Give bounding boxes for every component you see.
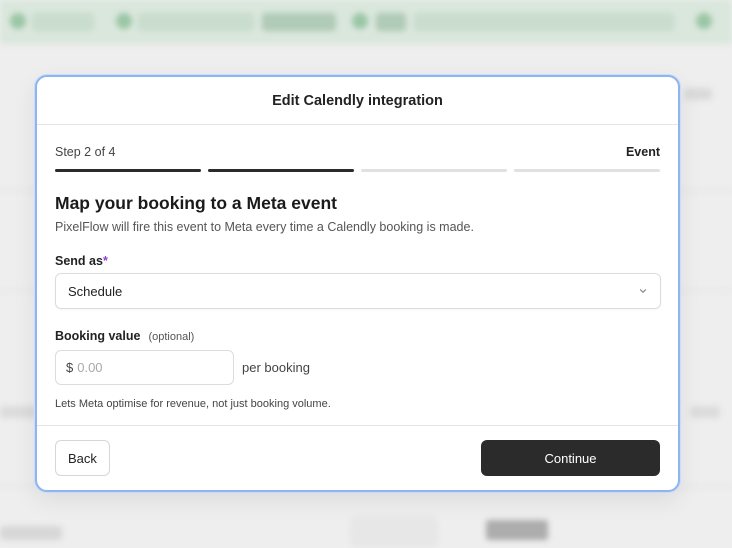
booking-value-field[interactable]: $ [55, 350, 234, 385]
progress-segment [208, 169, 354, 172]
optional-tag: (optional) [148, 331, 195, 343]
required-mark: * [102, 254, 108, 268]
booking-value-label: Booking value [55, 329, 141, 343]
progress-segment [514, 169, 660, 172]
send-as-select[interactable]: Schedule [55, 273, 661, 309]
section-description: PixelFlow will fire this event to Meta e… [55, 220, 474, 234]
progress-segment [361, 169, 507, 172]
step-progress-bar [55, 169, 660, 172]
edit-integration-modal: Edit Calendly integration Step 2 of 4 Ev… [35, 75, 680, 492]
send-as-selected-value: Schedule [68, 283, 123, 299]
step-indicator: Step 2 of 4 Event [55, 145, 660, 159]
booking-value-hint: Lets Meta optimise for revenue, not just… [55, 398, 331, 410]
step-count: Step 2 of 4 [55, 145, 116, 159]
modal-body: Step 2 of 4 Event Map your booking to a … [37, 145, 678, 410]
progress-segment [55, 169, 201, 172]
currency-symbol: $ [66, 360, 74, 375]
send-as-label: Send as* [55, 254, 660, 268]
send-as-label-text: Send as [55, 254, 103, 268]
modal-header: Edit Calendly integration [37, 77, 678, 125]
step-name: Event [625, 145, 660, 159]
modal-title: Edit Calendly integration [272, 92, 443, 109]
chevron-down-icon [639, 289, 647, 293]
booking-value-input[interactable] [77, 360, 208, 375]
booking-value-row: $ per booking [55, 350, 660, 385]
modal-footer: Back Continue [37, 425, 678, 490]
continue-button[interactable]: Continue [481, 440, 660, 476]
per-booking-suffix: per booking [242, 360, 310, 375]
booking-value-label-row: Booking value (optional) [55, 329, 660, 343]
back-button[interactable]: Back [55, 440, 110, 476]
section-heading: Map your booking to a Meta event [55, 193, 337, 213]
